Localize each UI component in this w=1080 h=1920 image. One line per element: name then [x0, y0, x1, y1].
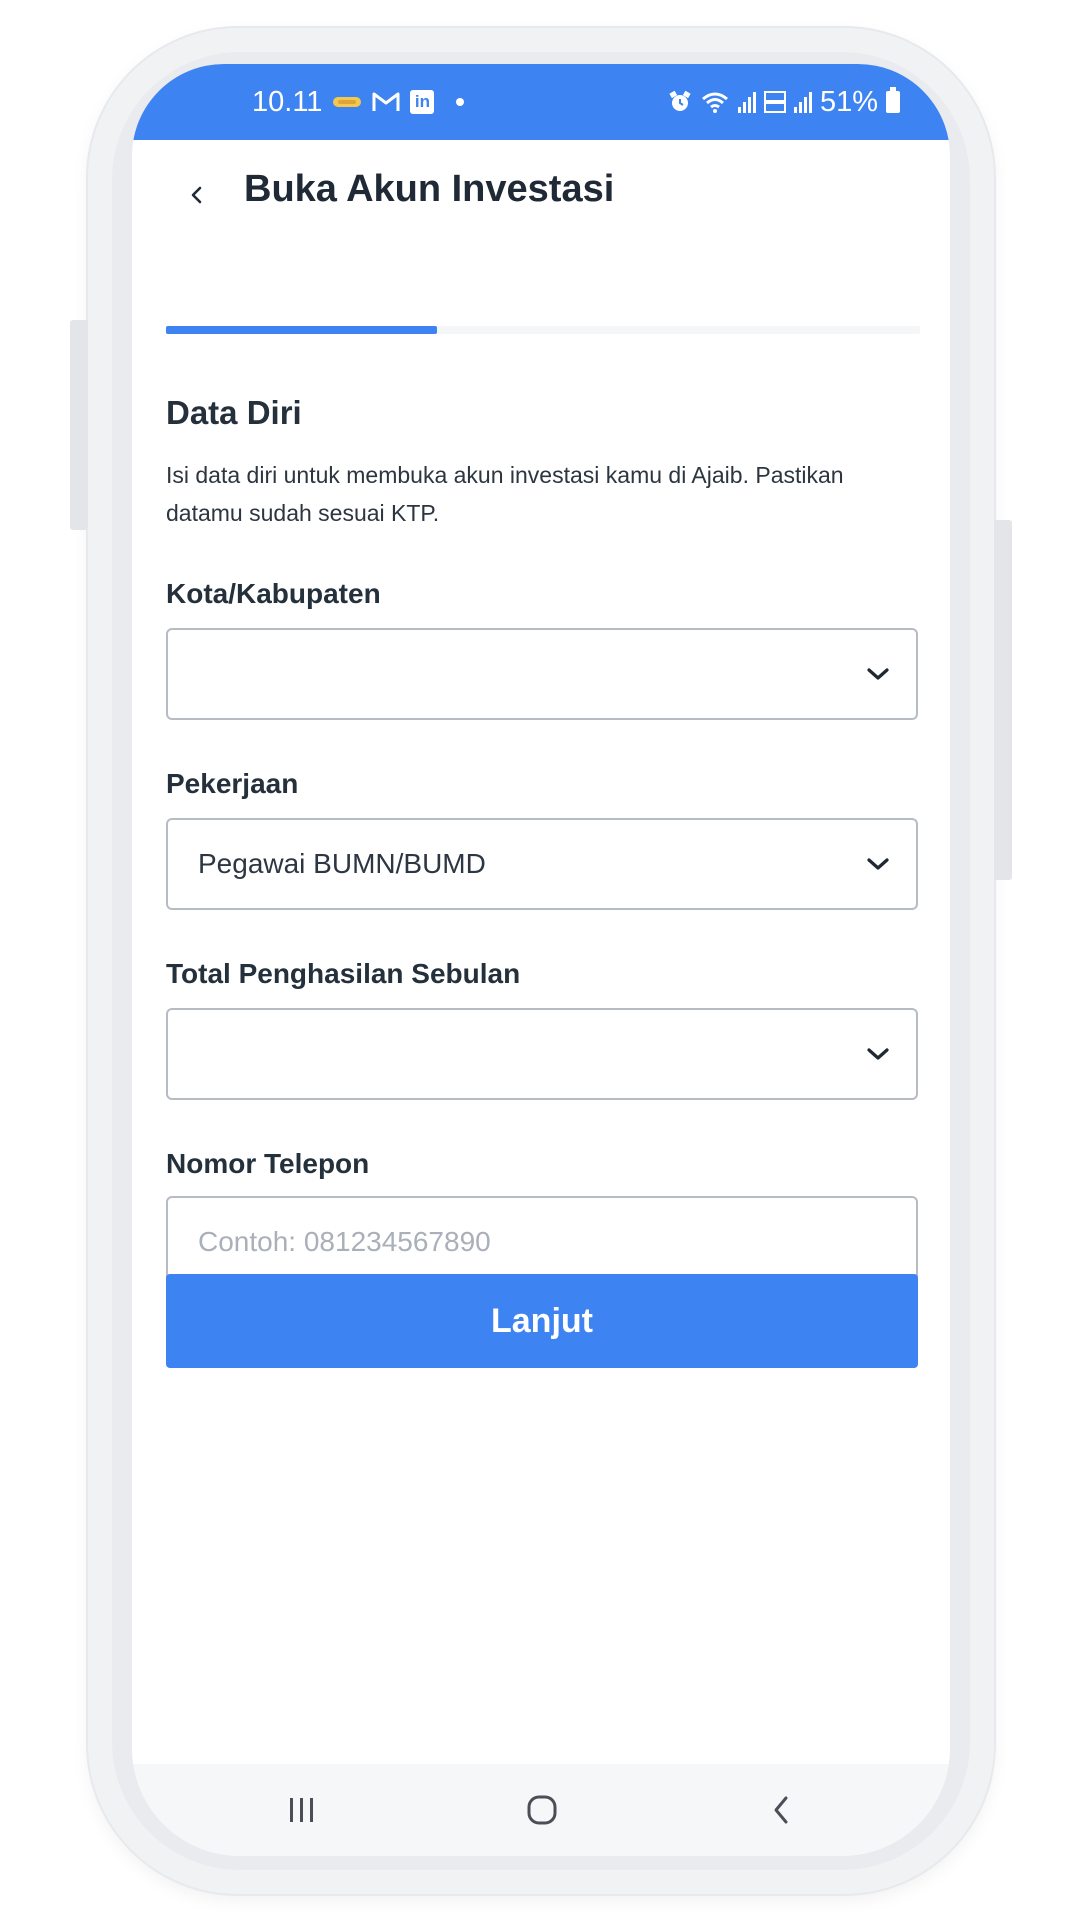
- job-value: Pegawai BUMN/BUMD: [198, 848, 486, 879]
- navigation-bar: [132, 1764, 950, 1856]
- job-select[interactable]: Pegawai BUMN/BUMD: [166, 818, 918, 910]
- income-label: Total Penghasilan Sebulan: [166, 958, 521, 989]
- status-time: 10.11: [252, 85, 323, 118]
- wifi-icon: [701, 92, 728, 113]
- home-button[interactable]: [512, 1782, 572, 1838]
- section-description: Isi data diri untuk membuka akun investa…: [166, 462, 844, 526]
- status-bar: 10.11 in 51%: [132, 64, 950, 140]
- progress-bar: [166, 326, 920, 334]
- dot-icon: [456, 98, 465, 106]
- section-title: Data Diri: [166, 394, 302, 431]
- home-icon: [527, 1795, 557, 1825]
- battery-icon: [886, 87, 900, 113]
- chevron-down-icon: [867, 668, 889, 680]
- battery-percentage: 51%: [819, 85, 878, 118]
- gmail-icon: [372, 92, 400, 111]
- city-select[interactable]: [166, 628, 918, 720]
- phone-label: Nomor Telepon: [166, 1148, 370, 1179]
- phone-input[interactable]: [168, 1198, 916, 1286]
- pinjam-notification-icon: [333, 97, 362, 107]
- power-button: [994, 520, 1012, 880]
- progress-fill: [166, 326, 438, 334]
- continue-button[interactable]: Lanjut: [166, 1274, 918, 1368]
- chevron-down-icon: [867, 858, 889, 870]
- chevron-down-icon: [867, 1048, 889, 1060]
- volte-icon: [763, 91, 786, 113]
- nav-back-button[interactable]: [752, 1782, 812, 1838]
- linkedin-icon: in: [410, 90, 435, 114]
- signal-icon: [737, 91, 756, 113]
- app-header: Buka Akun Investasi: [132, 140, 950, 250]
- income-select[interactable]: [166, 1008, 918, 1100]
- city-label: Kota/Kabupaten: [166, 578, 381, 609]
- phone-screen: 10.11 in 51% Buka Akun Investasi Data Di…: [132, 64, 950, 1856]
- recent-apps-icon: [290, 1798, 313, 1822]
- volume-button: [70, 320, 88, 530]
- back-icon: [774, 1796, 788, 1824]
- page-title: Buka Akun Investasi: [244, 168, 615, 210]
- chevron-left-icon: [191, 186, 202, 204]
- job-label: Pekerjaan: [166, 768, 299, 799]
- alarm-icon: [669, 90, 691, 111]
- recent-apps-button[interactable]: [272, 1782, 332, 1838]
- signal-icon: [793, 91, 812, 113]
- back-button[interactable]: [172, 170, 222, 220]
